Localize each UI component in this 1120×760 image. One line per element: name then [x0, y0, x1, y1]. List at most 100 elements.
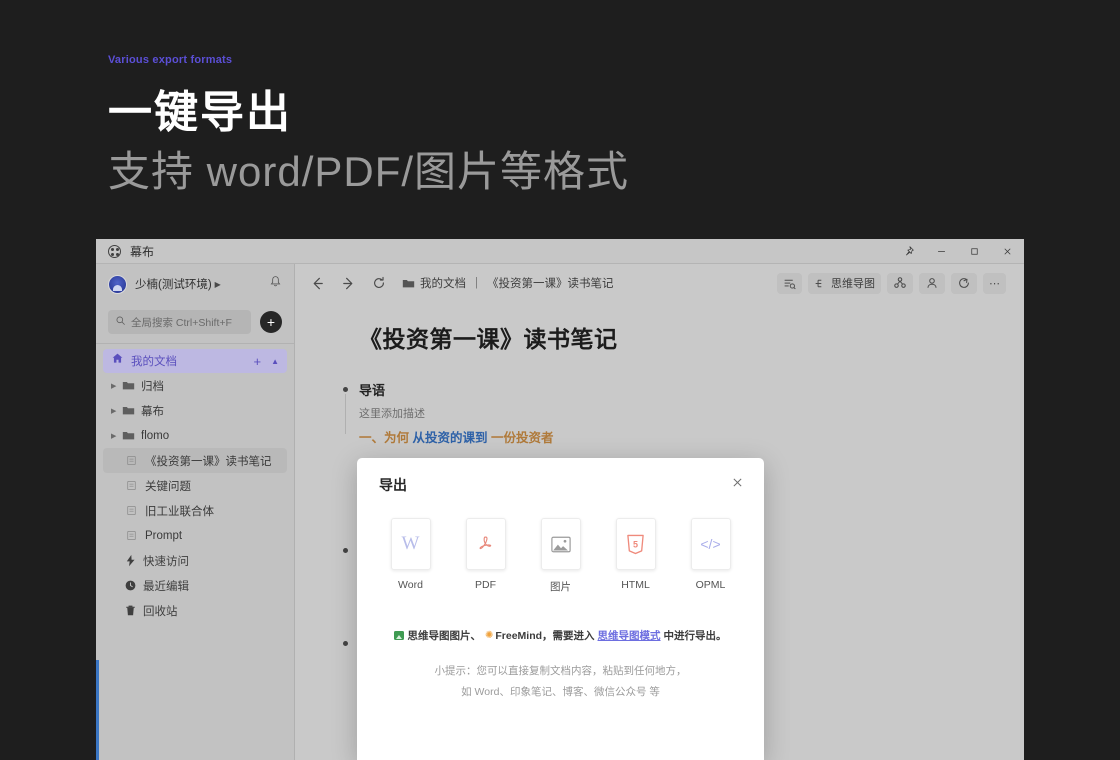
- export-dialog-title: 导出: [379, 477, 407, 493]
- image-icon: [540, 518, 581, 570]
- sidebar-item-label: 快速访问: [143, 555, 189, 568]
- opml-glyph: </>: [700, 536, 721, 552]
- sidebar-item-label: 最近编辑: [143, 580, 189, 593]
- chevron-right-icon[interactable]: ▶: [111, 432, 122, 440]
- tip-line-1: 小提示：您可以直接复制文档内容，粘贴到任何地方，: [434, 665, 687, 677]
- add-child-icon[interactable]: +: [253, 355, 261, 368]
- folder-icon: [122, 380, 136, 391]
- app-logo-icon: [108, 244, 121, 258]
- breadcrumb-folder[interactable]: 我的文档: [420, 275, 466, 291]
- export-option-opml[interactable]: </> OPML: [689, 518, 733, 594]
- close-icon[interactable]: [731, 476, 744, 494]
- export-option-word[interactable]: W Word: [389, 518, 433, 594]
- bell-icon[interactable]: [269, 275, 282, 293]
- export-option-pdf[interactable]: PDF: [464, 518, 508, 594]
- clock-icon: [124, 579, 138, 592]
- sidebar-username: 少楠(测试环境): [135, 279, 212, 291]
- note-freemind: FreeMind: [495, 629, 543, 642]
- chevron-right-icon: ▶: [214, 279, 221, 289]
- avatar: [108, 274, 127, 294]
- export-dialog: 导出 W Word PDF 图片 5 HTML </> OPML 思维导图图片、…: [357, 458, 764, 760]
- document-toolbar: 我的文档 | 《投资第一课》读书笔记 思维导图 ⋯: [295, 264, 1024, 302]
- svg-text:5: 5: [633, 539, 638, 549]
- home-icon: [111, 352, 124, 370]
- sidebar-document-key-questions[interactable]: 关键问题: [103, 473, 287, 498]
- sidebar-my-documents-label: 我的文档: [131, 356, 177, 368]
- butterfly-icon: ✺: [484, 630, 494, 641]
- hero-section: Various export formats 一键导出 支持 word/PDF/…: [108, 52, 629, 200]
- hero-title: 一键导出: [108, 88, 292, 137]
- note-suffix: 中进行导出。: [663, 630, 727, 642]
- maximize-icon[interactable]: [958, 239, 991, 263]
- add-document-button[interactable]: +: [260, 311, 282, 333]
- export-option-image[interactable]: 图片: [539, 518, 583, 594]
- sidebar-document-old-industry[interactable]: 旧工业联合体: [103, 498, 287, 523]
- document-node-line: 一、为何 从投资的课到 一份投资者: [359, 427, 1024, 446]
- pdf-icon: [465, 518, 506, 570]
- close-icon[interactable]: [991, 239, 1024, 263]
- member-button[interactable]: [919, 272, 945, 294]
- node-line-suffix: 一份投资者: [491, 431, 554, 445]
- sidebar-item-recent-edits[interactable]: 最近编辑: [103, 573, 287, 598]
- mindmap-button[interactable]: 思维导图: [808, 272, 881, 294]
- export-dialog-header: 导出: [357, 458, 764, 495]
- sidebar-item-trash[interactable]: 回收站: [103, 598, 287, 623]
- bolt-icon: [124, 554, 138, 567]
- sidebar-user-row[interactable]: 少楠(测试环境) ▶: [96, 264, 294, 304]
- refresh-icon[interactable]: [372, 276, 386, 290]
- sidebar-document-prompt[interactable]: Prompt: [103, 523, 287, 548]
- sidebar-document-label: 《投资第一课》读书笔记: [145, 455, 272, 468]
- chevron-up-icon[interactable]: ▲: [271, 357, 279, 366]
- sidebar-item-quick-access[interactable]: 快速访问: [103, 548, 287, 573]
- document-node-title[interactable]: 导语: [359, 380, 1024, 399]
- export-options-grid: W Word PDF 图片 5 HTML </> OPML: [357, 518, 764, 594]
- sidebar: 少楠(测试环境) ▶ 全局搜索 Ctrl+Shift+F + 我的文档 + ▲ …: [96, 264, 295, 760]
- share-collab-button[interactable]: [887, 272, 913, 294]
- sidebar-folder-archive[interactable]: ▶ 归档: [103, 373, 287, 398]
- sidebar-document-investment-notes[interactable]: 《投资第一课》读书笔记: [103, 448, 287, 473]
- word-icon: W: [390, 518, 431, 570]
- arrow-right-icon[interactable]: [341, 276, 356, 291]
- document-node-description[interactable]: 这里添加描述: [359, 405, 1024, 421]
- search-input[interactable]: 全局搜索 Ctrl+Shift+F: [108, 310, 251, 334]
- opml-icon: </>: [690, 518, 731, 570]
- sidebar-folder-flomo[interactable]: ▶ flomo: [103, 423, 287, 448]
- sidebar-document-label: Prompt: [145, 529, 183, 542]
- export-option-label: PDF: [475, 579, 496, 591]
- sidebar-folder-mubu[interactable]: ▶ 幕布: [103, 398, 287, 423]
- hero-eyebrow: Various export formats: [108, 54, 233, 66]
- sidebar-item-my-documents[interactable]: 我的文档 + ▲: [103, 349, 287, 373]
- sidebar-item-label: 回收站: [143, 605, 178, 618]
- export-option-label: 图片: [550, 581, 571, 593]
- doc-icon: [126, 480, 140, 491]
- hero-subtitle: 支持 word/PDF/图片等格式: [108, 148, 630, 195]
- more-button[interactable]: ⋯: [983, 272, 1006, 294]
- doc-icon: [126, 455, 140, 466]
- note-middle: ，需要进入: [542, 630, 595, 642]
- breadcrumb-document: 《投资第一课》读书笔记: [487, 278, 614, 290]
- bullet-icon: [343, 641, 348, 646]
- chevron-right-icon[interactable]: ▶: [111, 382, 122, 390]
- minimize-icon[interactable]: [925, 239, 958, 263]
- sidebar-folder-label: 幕布: [141, 405, 164, 418]
- pin-icon[interactable]: [892, 239, 925, 263]
- word-glyph: W: [401, 533, 420, 554]
- mindmap-mode-link[interactable]: 思维导图模式: [598, 628, 661, 643]
- chevron-right-icon[interactable]: ▶: [111, 407, 122, 415]
- sidebar-divider: [96, 343, 294, 344]
- publish-button[interactable]: [951, 272, 977, 294]
- document-node-intro[interactable]: 导语 这里添加描述 一、为何 从投资的课到 一份投资者: [343, 380, 1024, 446]
- sidebar-search-row: 全局搜索 Ctrl+Shift+F +: [96, 304, 294, 340]
- html5-icon: 5: [615, 518, 656, 570]
- export-option-label: OPML: [695, 579, 726, 591]
- doc-icon: [126, 530, 140, 541]
- window-title-bar: 幕布: [96, 239, 1024, 264]
- document-title[interactable]: 《投资第一课》读书笔记: [359, 320, 1024, 354]
- outline-search-button[interactable]: [777, 272, 802, 294]
- sidebar-folder-label: 归档: [141, 380, 164, 393]
- arrow-left-icon[interactable]: [310, 276, 325, 291]
- trash-icon: [124, 604, 138, 617]
- export-option-html[interactable]: 5 HTML: [614, 518, 658, 594]
- sidebar-folder-label: flomo: [141, 429, 170, 442]
- window-accent-strip: [96, 660, 99, 760]
